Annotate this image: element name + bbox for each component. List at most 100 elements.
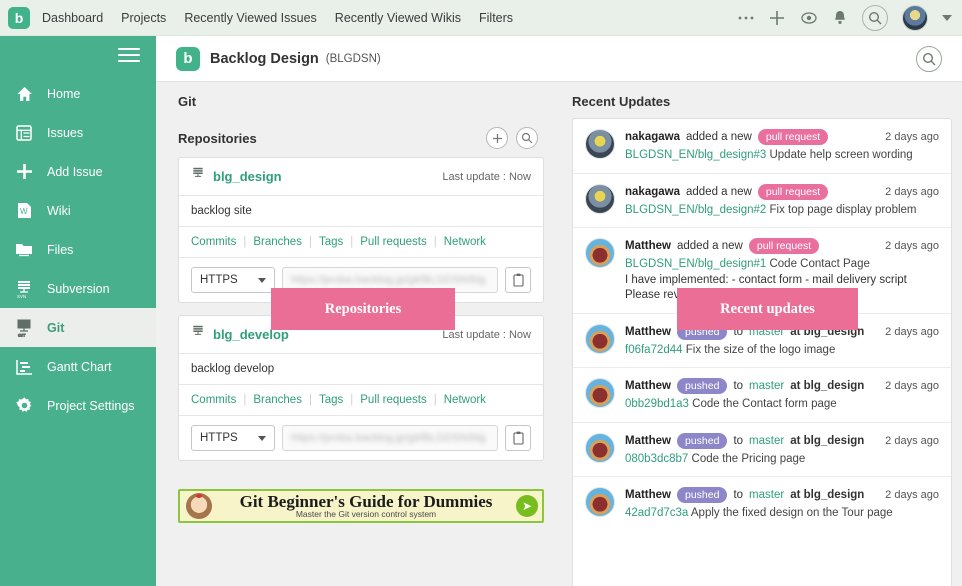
update-user: Matthew — [625, 240, 671, 253]
nav-link-recently-viewed-issues[interactable]: Recently Viewed Issues — [184, 11, 316, 25]
update-branch-link[interactable]: master — [749, 489, 784, 501]
protocol-select[interactable]: HTTPS — [191, 425, 275, 451]
repository-links: Commits | Branches | Tags | Pull requests | … — [179, 227, 543, 258]
update-branch-link[interactable]: master — [749, 435, 784, 447]
project-sidebar: Home Issues Add Issue W Wiki Files SVN S… — [0, 36, 156, 586]
global-navigation-bar: b Dashboard Projects Recently Viewed Iss… — [0, 0, 962, 36]
svg-text:W: W — [20, 207, 28, 216]
search-icon[interactable] — [916, 45, 942, 72]
update-time: 2 days ago — [885, 380, 939, 393]
chevron-down-icon — [258, 435, 266, 441]
sidebar-item-git[interactable]: GIT Git — [0, 308, 156, 347]
clipboard-copy-icon[interactable] — [505, 267, 531, 293]
repository-card: blg_develop Last update : Now backlog de… — [178, 315, 544, 461]
hamburger-menu-icon[interactable] — [118, 44, 140, 66]
sidebar-item-gantt-chart[interactable]: Gantt Chart — [0, 347, 156, 386]
watch-eye-icon[interactable] — [800, 11, 818, 25]
sidebar-item-files[interactable]: Files — [0, 230, 156, 269]
clone-url-input[interactable]: https://proba.backlog.jp/git/BLGDSN/blg — [282, 425, 498, 451]
protocol-select[interactable]: HTTPS — [191, 267, 275, 293]
git-guide-banner[interactable]: Git Beginner's Guide for Dummies Master … — [178, 489, 544, 523]
update-commit-link[interactable]: 0bb29bd1a3 — [625, 398, 689, 410]
list-item[interactable]: Matthew pushed to master at blg_design 2… — [573, 423, 951, 478]
clone-url-value: https://proba.backlog.jp/git/BLGDSN/blg — [291, 432, 486, 444]
link-pull-requests[interactable]: Pull requests — [360, 394, 426, 406]
link-network[interactable]: Network — [444, 236, 486, 248]
backlog-logo-icon[interactable]: b — [8, 6, 30, 29]
callout-recent-updates: Recent updates — [677, 288, 858, 330]
link-pull-requests[interactable]: Pull requests — [360, 236, 426, 248]
update-commit-link[interactable]: f06fa72d44 — [625, 344, 683, 356]
update-summary: Fix top page display problem — [769, 203, 917, 216]
repositories-header: Repositories — [178, 127, 560, 149]
link-tags[interactable]: Tags — [319, 236, 343, 248]
sidebar-item-project-settings[interactable]: Project Settings — [0, 386, 156, 425]
list-item[interactable]: nakagawa added a new pull request 2 days… — [573, 174, 951, 229]
sidebar-item-wiki[interactable]: W Wiki — [0, 191, 156, 230]
sidebar-item-label: Git — [47, 320, 65, 335]
list-item[interactable]: Matthew pushed to master at blg_design 2… — [573, 477, 951, 531]
link-commits[interactable]: Commits — [191, 236, 236, 248]
sidebar-item-issues[interactable]: Issues — [0, 113, 156, 152]
page-title: Backlog Design — [210, 50, 319, 67]
repository-card-header: blg_design Last update : Now — [179, 158, 543, 196]
sidebar-item-subversion[interactable]: SVN Subversion — [0, 269, 156, 308]
sidebar-item-label: Home — [47, 86, 81, 101]
add-icon[interactable] — [768, 9, 786, 27]
avatar — [585, 378, 615, 409]
arrow-right-icon[interactable]: ➤ — [516, 495, 538, 517]
list-item[interactable]: nakagawa added a new pull request 2 days… — [573, 119, 951, 174]
list-item[interactable]: Matthew pushed to master at blg_design 2… — [573, 368, 951, 423]
clipboard-copy-icon[interactable] — [505, 425, 531, 451]
callout-repositories: Repositories — [271, 288, 455, 330]
update-branch-link[interactable]: master — [749, 380, 784, 392]
recent-updates-panel[interactable]: nakagawa added a new pull request 2 days… — [572, 118, 952, 586]
link-tags[interactable]: Tags — [319, 394, 343, 406]
link-branches[interactable]: Branches — [253, 394, 302, 406]
update-action: added a new — [685, 185, 752, 198]
update-reference-link[interactable]: BLGDSN_EN/blg_design#2 — [625, 204, 766, 216]
update-commit-link[interactable]: 42ad7d7c3a — [625, 507, 688, 519]
svg-text:GIT: GIT — [18, 333, 26, 337]
status-badge: pushed — [677, 378, 728, 395]
chevron-down-icon[interactable] — [942, 14, 952, 21]
search-icon[interactable] — [862, 4, 888, 31]
update-reference-link[interactable]: BLGDSN_EN/blg_design#3 — [625, 149, 766, 161]
nav-link-recently-viewed-wikis[interactable]: Recently Viewed Wikis — [335, 11, 461, 25]
project-key: (BLGDSN) — [325, 52, 381, 65]
home-icon — [14, 86, 34, 102]
add-repository-button[interactable] — [486, 127, 508, 149]
update-user: Matthew — [625, 380, 671, 393]
issues-list-icon — [14, 124, 34, 141]
update-action: added a new — [685, 131, 752, 143]
svg-text:SVN: SVN — [17, 294, 26, 298]
search-repository-button[interactable] — [516, 127, 538, 149]
gear-icon — [14, 397, 34, 414]
recent-updates-heading: Recent Updates — [572, 94, 671, 109]
more-options-icon[interactable] — [738, 15, 754, 21]
update-action: added a new — [677, 240, 743, 253]
avatar[interactable] — [902, 4, 928, 31]
link-network[interactable]: Network — [444, 394, 486, 406]
repository-name-link[interactable]: blg_design — [213, 169, 282, 184]
notification-bell-icon[interactable] — [832, 9, 848, 27]
nav-link-projects[interactable]: Projects — [121, 11, 166, 25]
update-reference-link[interactable]: BLGDSN_EN/blg_design#1 — [625, 258, 766, 270]
status-badge: pull request — [757, 183, 829, 200]
banner-text: Git Beginner's Guide for Dummies Master … — [212, 492, 542, 520]
clone-url-row: HTTPS https://proba.backlog.jp/git/BLGDS… — [179, 416, 543, 460]
sidebar-item-home[interactable]: Home — [0, 74, 156, 113]
protocol-select-value: HTTPS — [200, 274, 238, 286]
subversion-icon: SVN — [14, 280, 34, 298]
nav-link-filters[interactable]: Filters — [479, 11, 513, 25]
avatar — [585, 487, 615, 518]
sidebar-item-add-issue[interactable]: Add Issue — [0, 152, 156, 191]
avatar — [585, 432, 615, 463]
repository-last-update: Last update : Now — [442, 170, 531, 183]
nav-link-dashboard[interactable]: Dashboard — [42, 11, 103, 25]
update-action-pre: to — [733, 380, 744, 393]
link-commits[interactable]: Commits — [191, 394, 236, 406]
update-user: Matthew — [625, 325, 671, 338]
link-branches[interactable]: Branches — [253, 236, 302, 248]
update-commit-link[interactable]: 080b3dc8b7 — [625, 453, 688, 465]
